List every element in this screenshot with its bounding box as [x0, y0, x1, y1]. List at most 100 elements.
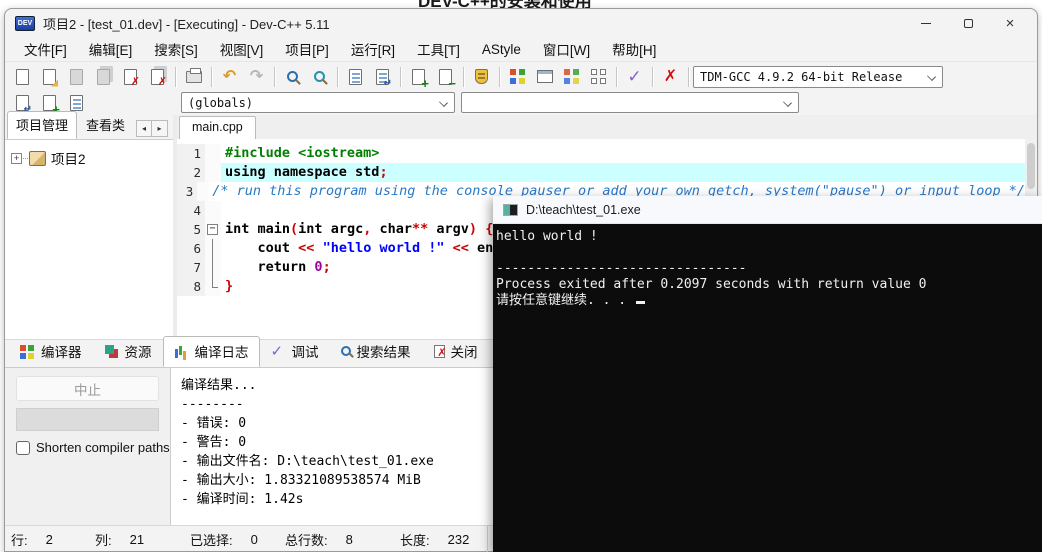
maximize-button[interactable]: [947, 9, 989, 37]
menu-item[interactable]: 编辑[E]: [78, 37, 144, 61]
undo-button[interactable]: ↶: [216, 65, 243, 89]
compile-icon: [510, 69, 525, 84]
output-tab-search[interactable]: 搜索结果: [330, 336, 422, 367]
line-number: 6: [177, 239, 205, 258]
status-value: 232: [448, 532, 470, 547]
remove-file-button[interactable]: [432, 65, 459, 89]
scrollbar-thumb[interactable]: [1027, 143, 1035, 189]
line-number: 4: [177, 201, 205, 220]
abort-icon: ✗: [664, 69, 677, 85]
menu-item[interactable]: 运行[R]: [340, 37, 406, 61]
output-tab-label: 编译日志: [195, 341, 249, 361]
add-file-icon: [412, 69, 425, 85]
output-tab-grid[interactable]: 编译器: [9, 336, 93, 367]
fold-gutter[interactable]: −: [205, 220, 221, 239]
close-all-button[interactable]: [144, 65, 171, 89]
console-window[interactable]: D:\teach\test_01.exe hello world ! -----…: [493, 196, 1042, 552]
menu-item[interactable]: 文件[F]: [13, 37, 78, 61]
project-tree: + 项目2: [5, 139, 173, 339]
save-all-button[interactable]: [90, 65, 117, 89]
menu-item[interactable]: 帮助[H]: [601, 37, 667, 61]
swap-header-source-button[interactable]: [369, 65, 396, 89]
save-icon: [70, 69, 83, 85]
goto-line-button[interactable]: [342, 65, 369, 89]
class-browser-toolbar: (globals): [5, 91, 1037, 115]
tab-scroll-buttons[interactable]: ◂▸: [136, 120, 168, 137]
main-toolbar: ↶ ↷ ✓ ✗ TDM-GCC 4.9.: [5, 61, 1037, 91]
menu-item[interactable]: 工具[T]: [406, 37, 471, 61]
scroll-right-icon[interactable]: ▸: [152, 121, 167, 136]
line-number: 3: [177, 182, 197, 201]
status-label: 长度:: [394, 530, 430, 549]
replace-button[interactable]: [306, 65, 333, 89]
console-title: D:\teach\test_01.exe: [526, 203, 641, 217]
project-options-button[interactable]: [468, 65, 495, 89]
status-value: 21: [130, 532, 144, 547]
output-tab-label: 关闭: [451, 341, 478, 361]
tab-main-cpp[interactable]: main.cpp: [179, 116, 256, 139]
close-file-button[interactable]: [117, 65, 144, 89]
print-button[interactable]: [180, 65, 207, 89]
editor-tab-bar: main.cpp: [177, 115, 1037, 139]
project-options-icon: [475, 69, 488, 84]
project-panel-tabs: 项目管理查看类◂▸: [5, 115, 173, 139]
compiler-profile-select[interactable]: TDM-GCC 4.9.2 64-bit Release: [693, 66, 943, 88]
page-plus-icon: [43, 95, 56, 111]
rebuild-all-button[interactable]: [585, 65, 612, 89]
output-tab-chart[interactable]: 编译日志: [163, 336, 260, 367]
close-button[interactable]: ×: [989, 9, 1031, 37]
menu-item[interactable]: AStyle: [471, 40, 532, 59]
output-tab-label: 资源: [125, 341, 152, 361]
save-button[interactable]: [63, 65, 90, 89]
expand-icon[interactable]: +: [11, 153, 22, 164]
find-icon: [287, 71, 298, 82]
menu-item[interactable]: 窗口[W]: [532, 37, 601, 61]
code-text: #include <iostream>: [221, 144, 1025, 163]
check-icon: [271, 344, 286, 359]
run-button[interactable]: [531, 65, 558, 89]
new-file-button[interactable]: [9, 65, 36, 89]
compile-button[interactable]: [504, 65, 531, 89]
menu-item[interactable]: 视图[V]: [209, 37, 275, 61]
line-number: 8: [177, 277, 205, 296]
menu-item[interactable]: 搜索[S]: [143, 37, 209, 61]
member-select[interactable]: [461, 92, 799, 113]
find-button[interactable]: [279, 65, 306, 89]
output-tab-layers[interactable]: 资源: [93, 336, 163, 367]
page-lines-icon: [70, 95, 83, 111]
code-line[interactable]: 1#include <iostream>: [177, 144, 1025, 163]
checkbox-icon[interactable]: [16, 441, 30, 455]
line-number: 5: [177, 220, 205, 239]
run-icon: [537, 70, 553, 83]
fold-collapse-icon[interactable]: −: [207, 224, 218, 235]
minimize-button[interactable]: [905, 9, 947, 37]
scope-value: (globals): [188, 96, 253, 110]
compile-run-button[interactable]: [558, 65, 585, 89]
redo-button[interactable]: ↷: [243, 65, 270, 89]
fold-gutter: [205, 163, 221, 182]
abort-compile-button[interactable]: ✗: [657, 65, 684, 89]
code-text: using namespace std;: [221, 163, 1025, 182]
rebuild-all-icon: [591, 69, 606, 84]
output-tab-check[interactable]: 调试: [260, 336, 330, 367]
fold-gutter: [197, 182, 208, 201]
open-file-button[interactable]: [36, 65, 63, 89]
output-tab-label: 调试: [292, 341, 319, 361]
abort-button[interactable]: 中止: [16, 376, 159, 401]
menu-item[interactable]: 项目[P]: [274, 37, 340, 61]
output-tab-closex[interactable]: 关闭: [422, 336, 489, 367]
project-panel-tab[interactable]: 查看类: [77, 111, 134, 139]
title-bar[interactable]: DEV 项目2 - [test_01.dev] - [Executing] - …: [5, 9, 1037, 37]
add-file-button[interactable]: [405, 65, 432, 89]
scroll-left-icon[interactable]: ◂: [137, 121, 152, 136]
console-title-bar[interactable]: D:\teach\test_01.exe: [493, 196, 1042, 224]
code-line[interactable]: 2using namespace std;: [177, 163, 1025, 182]
syntax-check-button[interactable]: ✓: [621, 65, 648, 89]
console-output[interactable]: hello world ! --------------------------…: [493, 224, 1042, 552]
scope-select[interactable]: (globals): [181, 92, 455, 113]
close-all-icon: [151, 69, 164, 85]
project-panel-tab[interactable]: 项目管理: [7, 111, 77, 139]
status-value: 0: [251, 532, 258, 547]
shorten-paths-option[interactable]: Shorten compiler paths: [16, 440, 170, 455]
tree-item-project[interactable]: + 项目2: [11, 148, 173, 168]
